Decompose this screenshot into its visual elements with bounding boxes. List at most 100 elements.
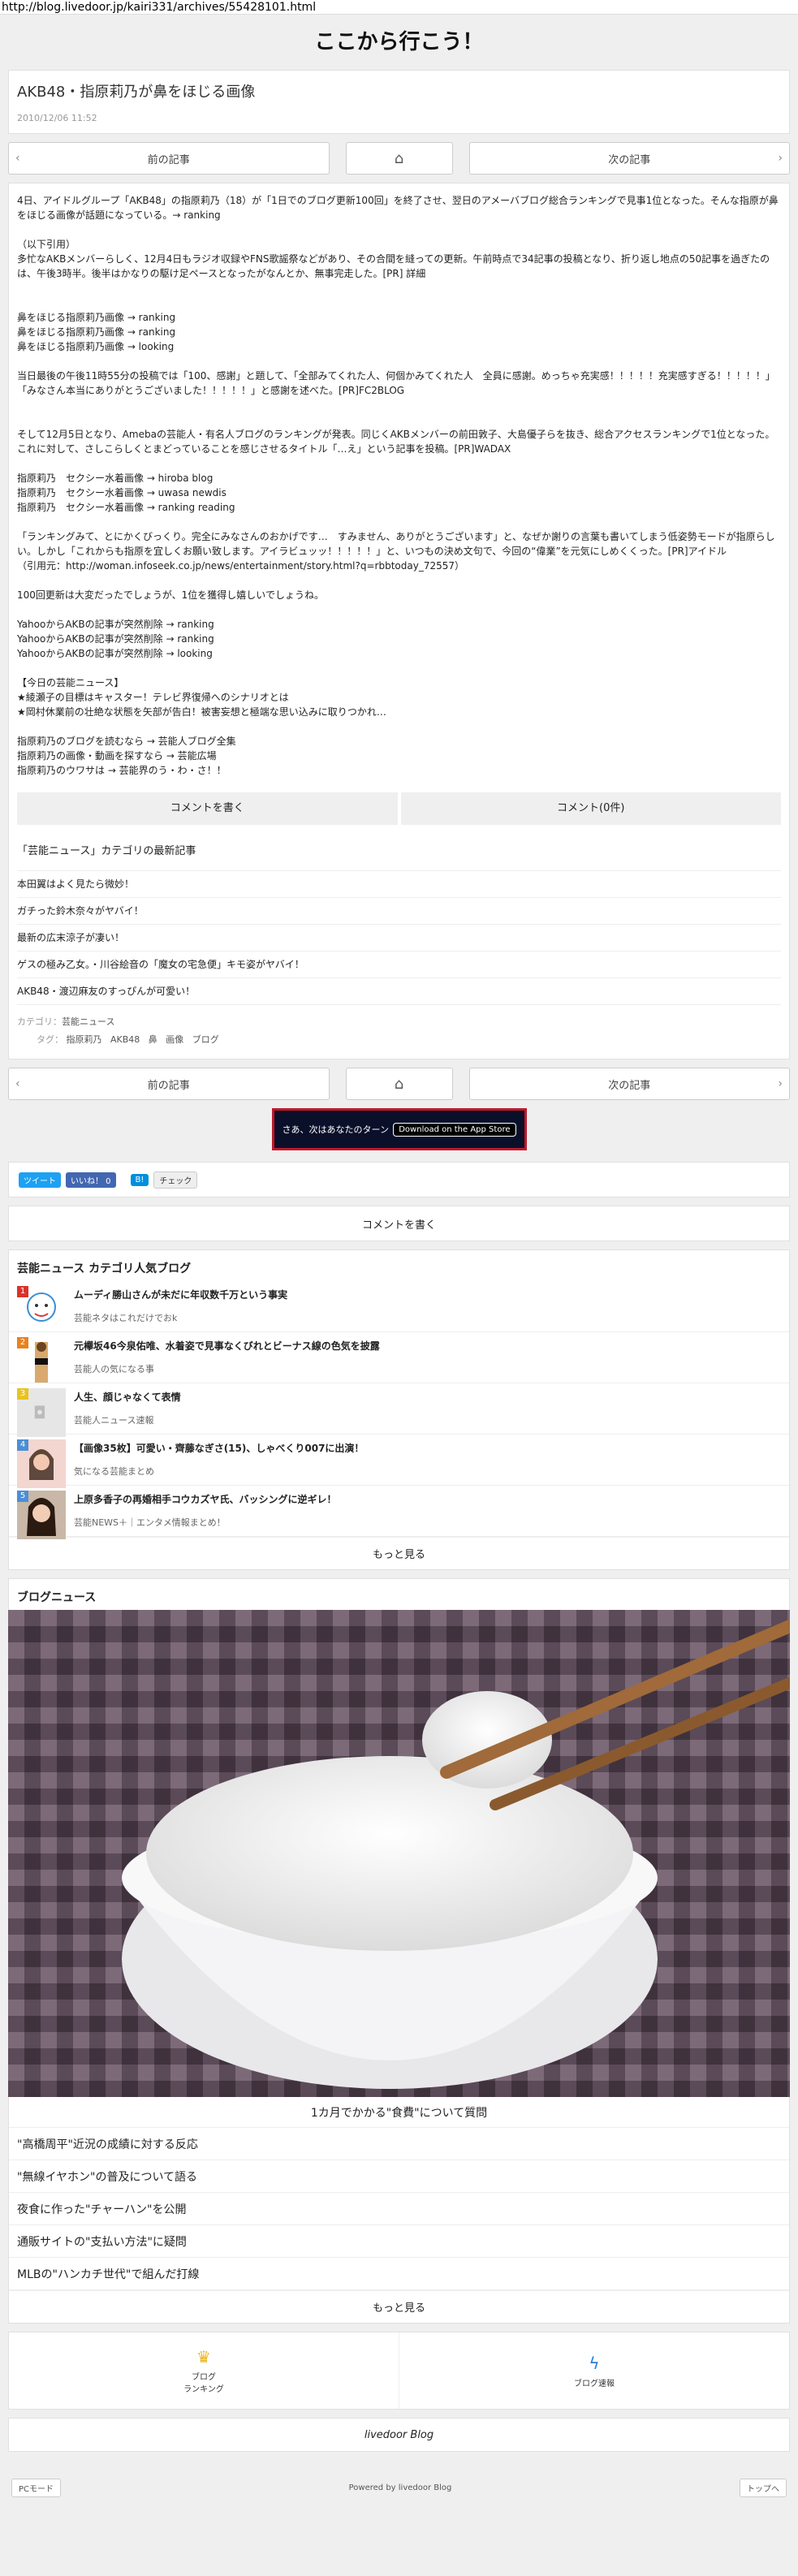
news-hero-image[interactable] bbox=[8, 1610, 790, 2097]
ranking-item[interactable]: 1 ムーディ勝山さんが未だに年収数千万という事実 芸能ネタはこれだけでおk bbox=[9, 1281, 789, 1332]
blog-thumbnail: 1 bbox=[17, 1286, 66, 1335]
article-paragraph: 当日最後の午後11時55分の投稿では「100、感謝」と題して、「全部みてくれた人… bbox=[17, 370, 775, 396]
ad-banner[interactable]: さあ、次はあなたのターン Download on the App Store bbox=[0, 1108, 798, 1150]
ranking-item[interactable]: 3 ◘ 人生、顔じゃなくて表情 芸能人ニュース速報 bbox=[9, 1383, 789, 1437]
related-item[interactable]: ガチった鈴木奈々がヤバイ！ bbox=[17, 898, 781, 925]
check-button[interactable]: チェック bbox=[153, 1171, 198, 1189]
rank-badge: 4 bbox=[17, 1439, 28, 1451]
home-button[interactable]: ⌂ bbox=[345, 142, 453, 175]
related-item[interactable]: AKB48・渡辺麻友のすっぴんが可愛い！ bbox=[17, 978, 781, 1005]
hatena-button[interactable]: B! bbox=[130, 1173, 149, 1186]
news-item[interactable]: "高橋周平"近況の成績に対する反応 bbox=[9, 2128, 789, 2160]
footer: PCモード Powered by livedoor Blog トップへ bbox=[0, 2468, 798, 2507]
article-title: AKB48・指原莉乃が鼻をほじる画像 bbox=[17, 84, 256, 101]
blog-thumbnail: 5 bbox=[17, 1491, 66, 1539]
chevron-left-icon: ‹ bbox=[15, 1077, 20, 1090]
home-icon: ⌂ bbox=[394, 1075, 404, 1093]
ranking-item[interactable]: 2 元欅坂46今泉佑唯、水着姿で見事なくびれとビーナス線の色気を披露 芸能人の気に… bbox=[9, 1332, 789, 1383]
write-comment-bar[interactable]: コメントを書く bbox=[8, 1206, 790, 1241]
article-header: AKB48・指原莉乃が鼻をほじる画像 2010/12/06 11:52 bbox=[8, 70, 790, 134]
home-button[interactable]: ⌂ bbox=[345, 1068, 453, 1100]
blog-thumbnail: 3 ◘ bbox=[17, 1388, 66, 1437]
pc-mode-button[interactable]: PCモード bbox=[11, 2478, 62, 2497]
link-list[interactable]: 鼻をほじる指原莉乃画像 → ranking 鼻をほじる指原莉乃画像 → rank… bbox=[17, 310, 781, 354]
tag-link[interactable]: ブログ bbox=[192, 1034, 219, 1045]
prev-article-button[interactable]: ‹ 前の記事 bbox=[8, 142, 330, 175]
chevron-right-icon: › bbox=[778, 1077, 783, 1090]
news-item[interactable]: "無線イヤホン"の普及について語る bbox=[9, 2160, 789, 2193]
to-top-button[interactable]: トップへ bbox=[739, 2478, 787, 2497]
chevron-left-icon: ‹ bbox=[15, 152, 20, 165]
lightning-icon: ϟ bbox=[589, 2353, 600, 2373]
tag-label: タグ： bbox=[37, 1034, 63, 1045]
link-list[interactable]: 指原莉乃 セクシー水着画像 → hiroba blog 指原莉乃 セクシー水着画… bbox=[17, 471, 781, 515]
next-article-button[interactable]: 次の記事 › bbox=[468, 142, 790, 175]
comment-count-button[interactable]: コメント(0件) bbox=[400, 792, 781, 825]
blog-name: 芸能ネタはこれだけでおk bbox=[74, 1313, 178, 1323]
prev-label: 前の記事 bbox=[147, 1079, 190, 1092]
todays-news[interactable]: 【今日の芸能ニュース】 ★綾瀬子の目標はキャスター！テレビ界復帰へのシナリオとは… bbox=[17, 675, 781, 719]
write-comment-button[interactable]: コメントを書く bbox=[17, 792, 398, 825]
blog-ranking-label: ブログ ランキング bbox=[183, 2373, 224, 2394]
news-more-button[interactable]: もっと見る bbox=[9, 2290, 789, 2323]
address-bar[interactable]: http://blog.livedoor.jp/kairi331/archive… bbox=[0, 0, 798, 15]
tag-link[interactable]: 指原莉乃 bbox=[67, 1034, 102, 1045]
rank-badge: 2 bbox=[17, 1337, 28, 1348]
next-article-button[interactable]: 次の記事 › bbox=[468, 1068, 790, 1100]
related-item[interactable]: 最新の広末涼子が凄い！ bbox=[17, 925, 781, 951]
link-list[interactable]: YahooからAKBの記事が突然削除 → ranking YahooからAKBの… bbox=[17, 617, 781, 661]
ranking-item[interactable]: 4 【画像35枚】可愛い・齊藤なぎさ(15)、しゃべくり007に出演！ 気になる芸… bbox=[9, 1435, 789, 1488]
blog-name: 芸能人ニュース速報 bbox=[74, 1415, 154, 1426]
category-link[interactable]: 芸能ニュース bbox=[62, 1016, 114, 1027]
news-title: ブログニュース bbox=[17, 1591, 97, 1604]
article-body: 4日、アイドルグループ「AKB48」の指原莉乃（18）が「1日でのブログ更新10… bbox=[9, 183, 789, 1059]
article-paragraph: 100回更新は大変だったでしょうが、1位を獲得し嬉しいでしょうね。 bbox=[17, 589, 324, 601]
blog-name: 芸能人の気になる事 bbox=[74, 1364, 154, 1374]
tag-link[interactable]: AKB48 bbox=[110, 1034, 140, 1045]
news-item[interactable]: 夜食に作った"チャーハン"を公開 bbox=[9, 2193, 789, 2225]
blog-entry-title: 人生、顔じゃなくて表情 bbox=[74, 1392, 181, 1403]
news-item[interactable]: 通販サイトの"支払い方法"に疑問 bbox=[9, 2225, 789, 2258]
logo-text: livedoor Blog bbox=[364, 2428, 434, 2441]
blog-ranking-link[interactable]: ♛ ブログ ランキング bbox=[9, 2332, 399, 2409]
article-quote: （以下引用） 多忙なAKBメンバーらしく、12月4日もラジオ収録やFNS歌謡祭な… bbox=[17, 239, 770, 279]
livedoor-blog-logo[interactable]: livedoor Blog bbox=[8, 2418, 790, 2452]
prev-article-button[interactable]: ‹ 前の記事 bbox=[8, 1068, 330, 1100]
related-item[interactable]: 本田翼はよく見たら微妙！ bbox=[17, 871, 781, 898]
camera-icon: ◘ bbox=[33, 1403, 46, 1422]
blog-entry-title: ムーディ勝山さんが未だに年収数千万という事実 bbox=[74, 1289, 288, 1301]
article-nav-top: ‹ 前の記事 ⌂ 次の記事 › bbox=[0, 142, 798, 175]
like-button[interactable]: いいね！ 0 bbox=[66, 1171, 116, 1188]
news-section: ブログニュース bbox=[8, 1578, 790, 1610]
blog-thumbnail: 4 bbox=[17, 1439, 66, 1488]
app-store-badge: Download on the App Store bbox=[393, 1122, 516, 1137]
ranking-item[interactable]: 5 上原多香子の再婚相手コウカズヤ氏、バッシングに逆ギレ！ 芸能NEWS＋｜エンタ… bbox=[9, 1486, 789, 1539]
article-paragraph: 「ランキングみて、とにかくびっくり。完全にみなさんのおかげです… すみません、あ… bbox=[17, 531, 775, 572]
related-item[interactable]: ゲスの極み乙女。・川谷絵音の「魔女の宅急便」キモ姿がヤバイ！ bbox=[17, 951, 781, 978]
next-label: 次の記事 bbox=[608, 1079, 651, 1092]
tweet-button[interactable]: ツイート bbox=[19, 1171, 61, 1188]
article-date: 2010/12/06 11:52 bbox=[17, 113, 97, 123]
home-icon: ⌂ bbox=[394, 149, 404, 167]
blog-name: 気になる芸能まとめ bbox=[74, 1466, 154, 1477]
blog-title[interactable]: ここから行こう！ bbox=[0, 15, 798, 70]
news-item[interactable]: MLBの"ハンカチ世代"で組んだ打線 bbox=[9, 2258, 789, 2290]
news-hero-caption[interactable]: 1カ月でかかる"食費"について質問 bbox=[9, 2097, 789, 2128]
article-nav-bottom: ‹ 前の記事 ⌂ 次の記事 › bbox=[0, 1068, 798, 1100]
ranking-title: 芸能ニュース カテゴリ人気ブログ bbox=[17, 1262, 192, 1275]
blog-news-link[interactable]: ϟ ブログ速報 bbox=[399, 2332, 789, 2409]
ranking-more-button[interactable]: もっと見る bbox=[9, 1537, 789, 1569]
tag-link[interactable]: 画像 bbox=[166, 1034, 183, 1045]
chevron-right-icon: › bbox=[778, 152, 783, 165]
rank-badge: 5 bbox=[17, 1491, 28, 1502]
article-paragraph: 4日、アイドルグループ「AKB48」の指原莉乃（18）が「1日でのブログ更新10… bbox=[17, 195, 779, 221]
bottom-nav: ♛ ブログ ランキング ϟ ブログ速報 bbox=[8, 2332, 790, 2410]
tag-link[interactable]: 鼻 bbox=[149, 1034, 157, 1045]
ranking-section: 芸能ニュース カテゴリ人気ブログ 1 ムーディ勝山さんが未だに年収数千万という事… bbox=[8, 1249, 790, 1570]
blog-name: 芸能NEWS＋｜エンタメ情報まとめ！ bbox=[74, 1517, 226, 1528]
category-label: カテゴリ： bbox=[17, 1016, 62, 1027]
blog-entry-title: 上原多香子の再婚相手コウカズヤ氏、バッシングに逆ギレ！ bbox=[74, 1494, 337, 1505]
article-body-card: 4日、アイドルグループ「AKB48」の指原莉乃（18）が「1日でのブログ更新10… bbox=[8, 183, 790, 1059]
link-list[interactable]: 指原莉乃のブログを読むなら → 芸能人ブログ全集 指原莉乃の画像・動画を探すなら… bbox=[17, 734, 781, 778]
related-header: 「芸能ニュース」カテゴリの最新記事 bbox=[17, 845, 196, 857]
